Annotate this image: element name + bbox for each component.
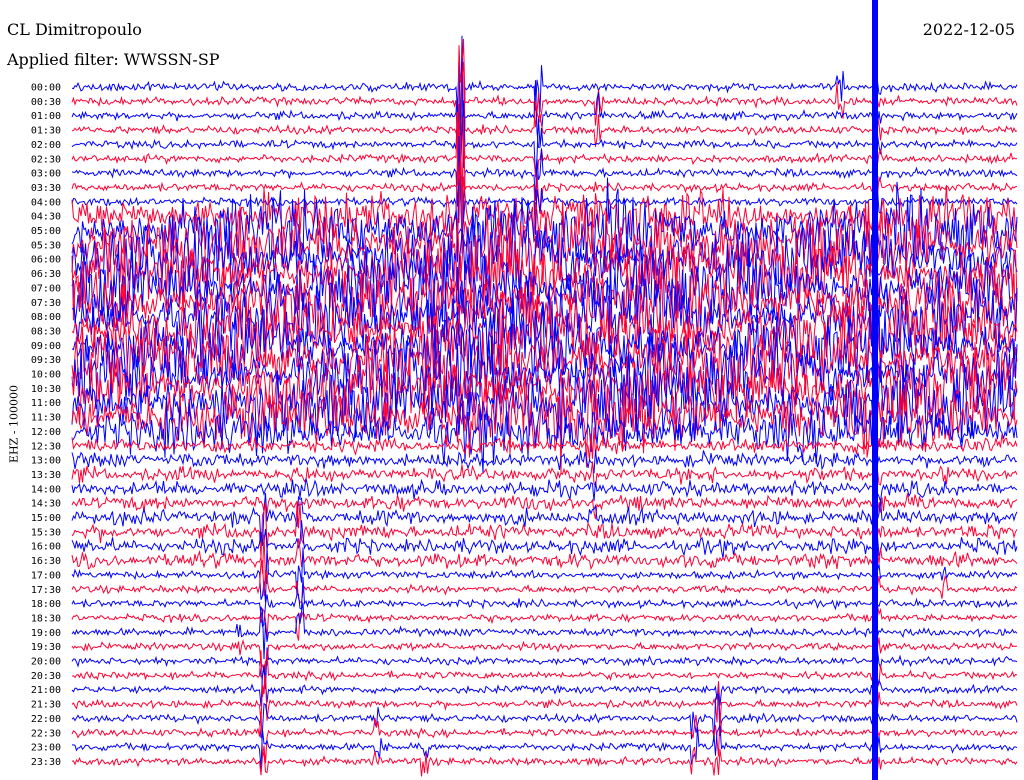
hour-label: 08:00 [31,312,61,323]
hour-label: 15:30 [31,527,61,538]
hour-label: 05:00 [31,226,61,237]
hour-label: 05:30 [31,240,61,251]
hour-label: 23:30 [31,757,61,768]
hour-label: 04:00 [31,197,61,208]
hour-label: 15:00 [31,513,61,524]
hour-label: 09:00 [31,341,61,352]
hour-label: 17:00 [31,570,61,581]
hour-label: 09:30 [31,355,61,366]
hour-label: 20:00 [31,657,61,668]
hour-label: 01:00 [31,111,61,122]
hour-label: 14:30 [31,499,61,510]
hour-label: 20:30 [31,671,61,682]
hour-label: 11:00 [31,398,61,409]
hour-label: 08:30 [31,326,61,337]
hour-label: 19:30 [31,642,61,653]
hour-label: 11:30 [31,413,61,424]
hour-label: 06:30 [31,269,61,280]
hour-label: 21:30 [31,700,61,711]
hour-label: 06:00 [31,255,61,266]
hour-label: 18:30 [31,613,61,624]
hour-label: 03:30 [31,183,61,194]
helicorder-plot: 00:00 00:30 01:00 01:30 02:00 02:30 03:00 03:30… [31,0,1018,780]
hour-label: 00:30 [31,97,61,108]
hour-label: 02:00 [31,140,61,151]
hour-label: 22:00 [31,714,61,725]
hour-label: 23:00 [31,743,61,754]
hour-label: 12:00 [31,427,61,438]
hour-label: 16:30 [31,556,61,567]
hour-label: 13:00 [31,456,61,467]
hour-label: 17:30 [31,585,61,596]
hour-label: 00:00 [31,83,61,94]
hour-label: 07:30 [31,298,61,309]
hour-label: 03:00 [31,169,61,180]
transient-band [872,0,878,780]
hour-label: 19:00 [31,628,61,639]
hour-label: 13:30 [31,470,61,481]
hour-label: 12:30 [31,441,61,452]
hour-label: 02:30 [31,154,61,165]
hour-label: 22:30 [31,728,61,739]
hour-label: 10:00 [31,370,61,381]
hour-label: 10:30 [31,384,61,395]
hour-label: 04:30 [31,212,61,223]
hour-label: 07:00 [31,283,61,294]
hour-label: 01:30 [31,126,61,137]
hour-label: 16:00 [31,542,61,553]
hour-label: 14:00 [31,484,61,495]
hour-label-group: 00:00 00:30 01:00 01:30 02:00 02:30 03:00 03:30… [31,83,61,768]
hour-label: 18:00 [31,599,61,610]
trace-group [71,0,1018,780]
hour-label: 21:00 [31,685,61,696]
